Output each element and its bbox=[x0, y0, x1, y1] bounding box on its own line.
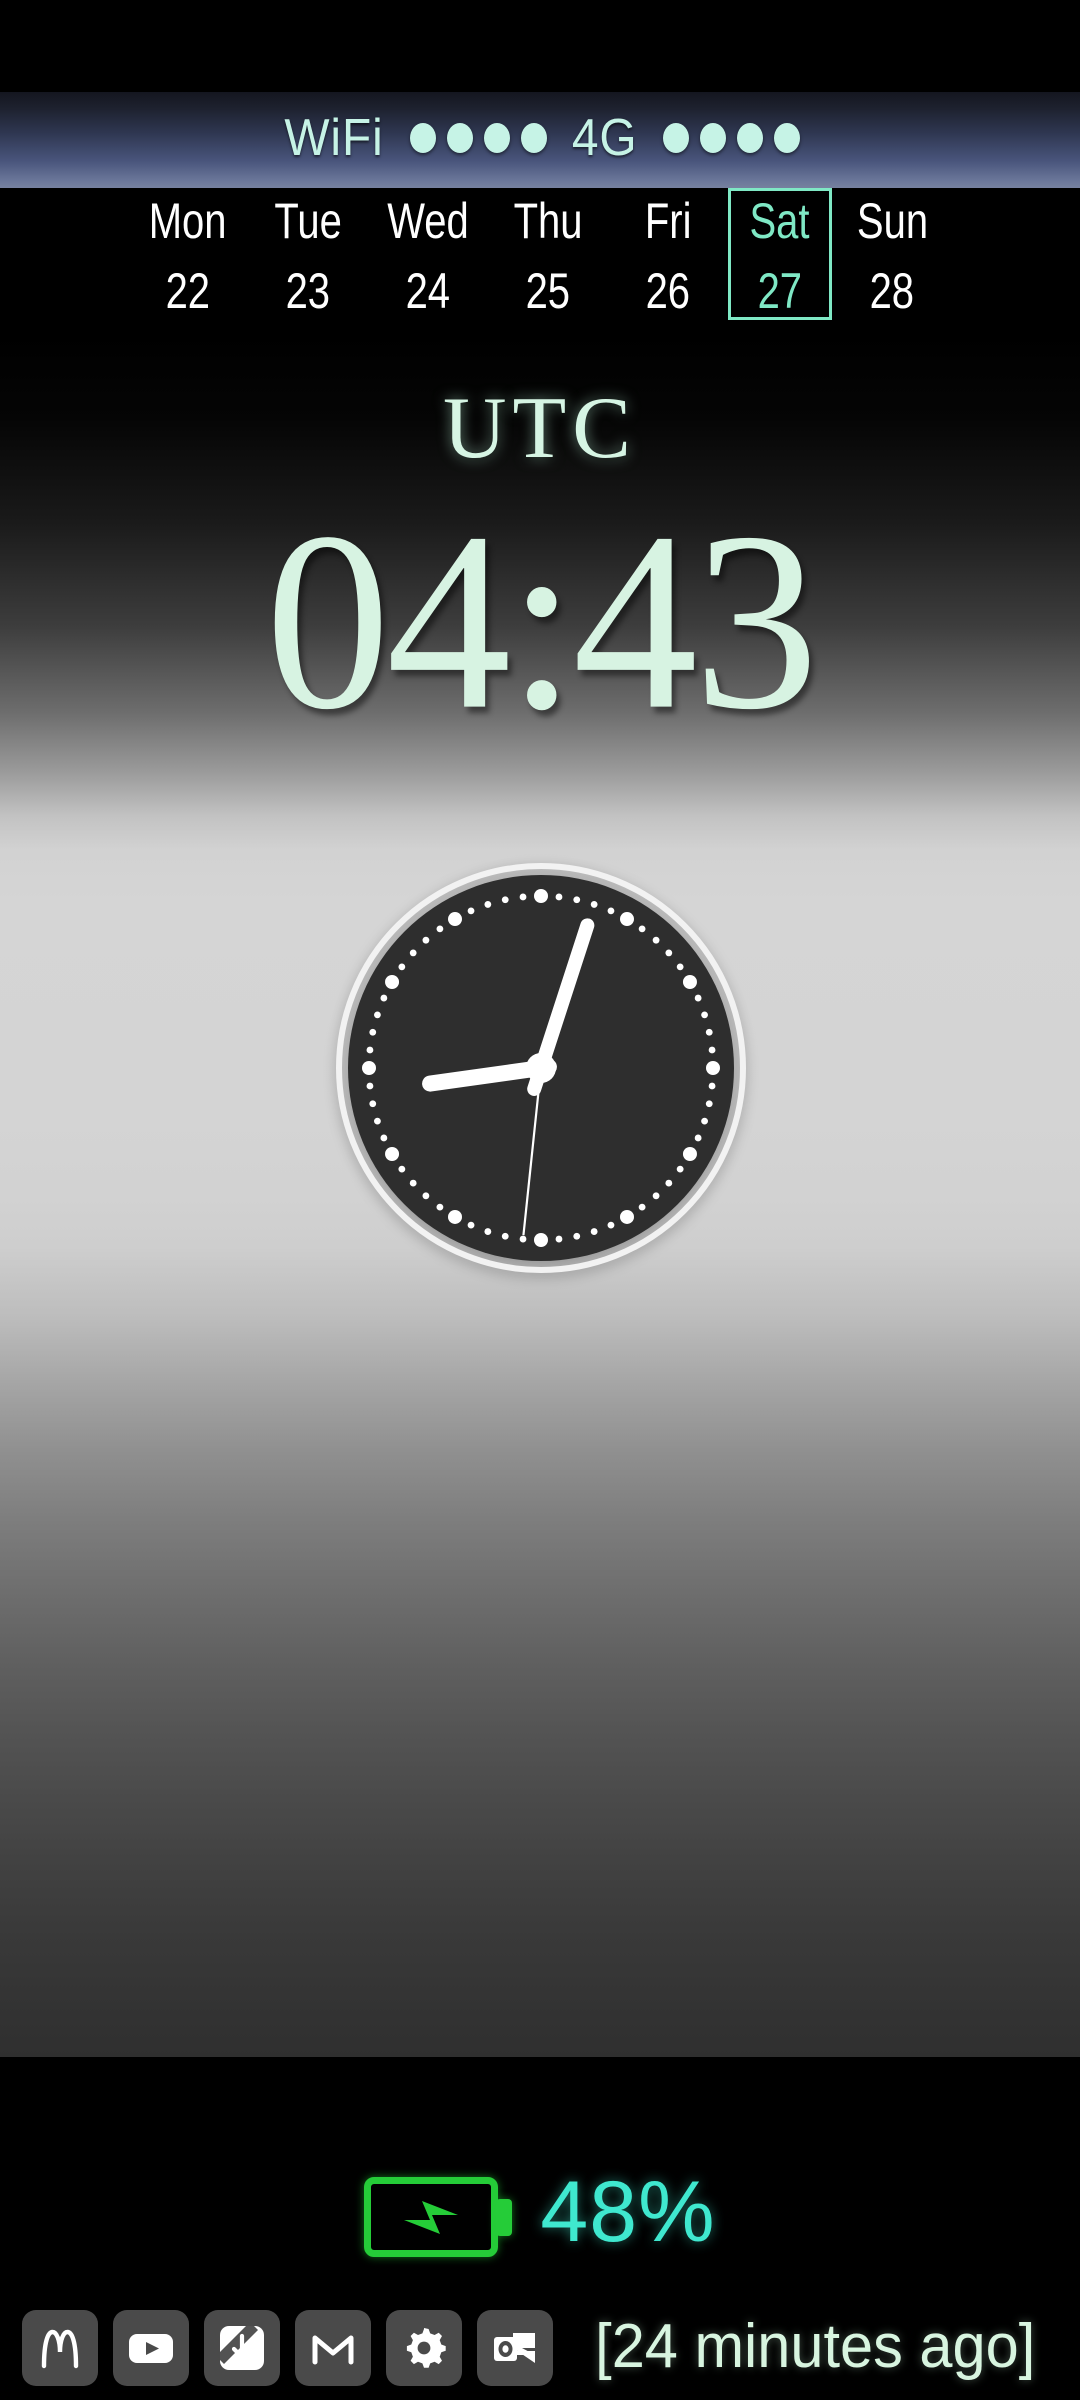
status-bar: WiFi 4G bbox=[0, 92, 1080, 188]
battery-charging-icon bbox=[364, 2176, 513, 2257]
lightning-bolt-icon bbox=[400, 2195, 462, 2239]
network-type-label: 4G bbox=[572, 109, 638, 167]
day-number-label: 25 bbox=[525, 263, 571, 319]
cellular-signal-dots bbox=[662, 123, 800, 153]
day-of-week-label: Mon bbox=[149, 193, 227, 249]
mcdonalds-icon[interactable] bbox=[22, 2310, 98, 2386]
battery-percent-label: 48% bbox=[540, 2164, 716, 2260]
wifi-dot bbox=[410, 123, 437, 153]
wifi-dot bbox=[447, 123, 474, 153]
day-number-label: 26 bbox=[645, 263, 691, 319]
week-day-tue[interactable]: Tue 23 bbox=[248, 188, 368, 316]
analog-clock-face bbox=[336, 863, 746, 1273]
phone-screen: WiFi 4G Mon 22 Tue 23 Wed 24 Thu 25 Fri … bbox=[0, 0, 1080, 2400]
cellular-dot bbox=[662, 123, 689, 153]
week-day-thu[interactable]: Thu 25 bbox=[488, 188, 608, 316]
day-number-label: 27 bbox=[757, 263, 803, 319]
day-number-label: 24 bbox=[405, 263, 451, 319]
download-icon[interactable] bbox=[204, 2310, 280, 2386]
clock-center-cap bbox=[526, 1053, 556, 1083]
day-number-label: 22 bbox=[165, 263, 211, 319]
battery-status: 48% bbox=[0, 2164, 1080, 2266]
day-number-label: 23 bbox=[285, 263, 331, 319]
day-number-label: 28 bbox=[869, 263, 915, 319]
cellular-dot bbox=[773, 123, 800, 153]
battery-cap bbox=[496, 2198, 513, 2236]
outlook-icon[interactable] bbox=[477, 2310, 553, 2386]
wifi-dot bbox=[484, 123, 511, 153]
wifi-label: WiFi bbox=[284, 109, 384, 167]
gmail-icon[interactable] bbox=[295, 2310, 371, 2386]
wifi-dot bbox=[521, 123, 548, 153]
day-of-week-label: Sun bbox=[856, 193, 928, 249]
week-day-mon[interactable]: Mon 22 bbox=[128, 188, 248, 316]
day-of-week-label: Tue bbox=[274, 193, 342, 249]
timezone-label: UTC bbox=[443, 380, 637, 477]
digital-clock-time: 04:43 bbox=[265, 480, 818, 763]
youtube-icon[interactable] bbox=[113, 2310, 189, 2386]
bottom-bar: 48% [24 minutes ago] bbox=[0, 2057, 1080, 2400]
day-of-week-label: Wed bbox=[387, 193, 469, 249]
app-shortcut-row: [24 minutes ago] bbox=[22, 2310, 1044, 2386]
week-day-sat-selected[interactable]: Sat 27 bbox=[728, 188, 832, 320]
day-of-week-label: Sat bbox=[749, 193, 811, 249]
week-day-wed[interactable]: Wed 24 bbox=[368, 188, 488, 316]
week-day-sun[interactable]: Sun 28 bbox=[832, 188, 952, 316]
analog-clock[interactable] bbox=[335, 862, 747, 1274]
settings-icon[interactable] bbox=[386, 2310, 462, 2386]
day-of-week-label: Fri bbox=[644, 193, 692, 249]
week-day-fri[interactable]: Fri 26 bbox=[608, 188, 728, 316]
status-bar-content: WiFi 4G bbox=[280, 108, 800, 168]
cellular-dot bbox=[699, 123, 726, 153]
week-strip: Mon 22 Tue 23 Wed 24 Thu 25 Fri 26 Sat 2… bbox=[0, 188, 1080, 333]
day-of-week-label: Thu bbox=[513, 193, 583, 249]
cellular-dot bbox=[736, 123, 763, 153]
wifi-signal-dots bbox=[410, 123, 548, 153]
last-update-label: [24 minutes ago] bbox=[595, 2311, 1036, 2381]
